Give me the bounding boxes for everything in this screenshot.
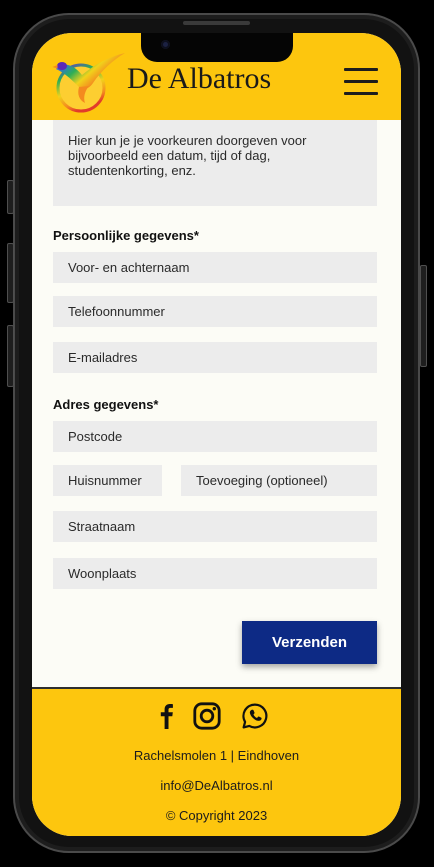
full-name-input[interactable] [53,252,377,283]
instagram-icon[interactable] [193,702,221,730]
phone-power-button [420,265,427,367]
phone-volume-down-button [7,325,14,387]
phone-number-input[interactable] [53,296,377,327]
phone-mute-switch [7,180,14,214]
facebook-link[interactable] [160,703,173,729]
menu-bar-top [344,68,378,71]
city-input[interactable] [53,558,377,589]
instagram-link[interactable] [193,702,221,730]
facebook-icon[interactable] [160,703,173,729]
brand-name: De Albatros [127,62,272,95]
site-footer: Rachelsmolen 1 | Eindhoven info@DeAlbatr… [32,687,401,836]
email-input[interactable] [53,342,377,373]
phone-speaker [183,21,250,25]
phone-notch [141,33,293,62]
phone-volume-up-button [7,243,14,303]
site-header: De Albatros [32,33,401,120]
preferences-textarea[interactable] [53,120,377,206]
menu-bar-middle [344,80,378,83]
whatsapp-link[interactable] [242,703,268,729]
street-name-input[interactable] [53,511,377,542]
whatsapp-icon[interactable] [242,703,268,729]
address-details-heading: Adres gegevens* [53,397,159,412]
footer-address: Rachelsmolen 1 | Eindhoven [133,748,300,763]
phone-screen: De Albatros Persoonlijke gegevens* Adres… [32,33,401,836]
albatross-logo-icon [52,53,125,113]
menu-bar-bottom [344,92,378,95]
submit-button[interactable]: Verzenden [242,621,377,664]
personal-details-heading: Persoonlijke gegevens* [53,228,199,243]
postcode-input[interactable] [53,421,377,452]
footer-copyright: © Copyright 2023 [165,808,268,823]
footer-email-link[interactable]: info@DeAlbatros.nl [32,778,401,794]
front-camera [161,40,170,49]
hamburger-menu-icon[interactable] [344,68,378,96]
house-number-input[interactable] [53,465,162,496]
house-number-addition-input[interactable] [181,465,377,496]
